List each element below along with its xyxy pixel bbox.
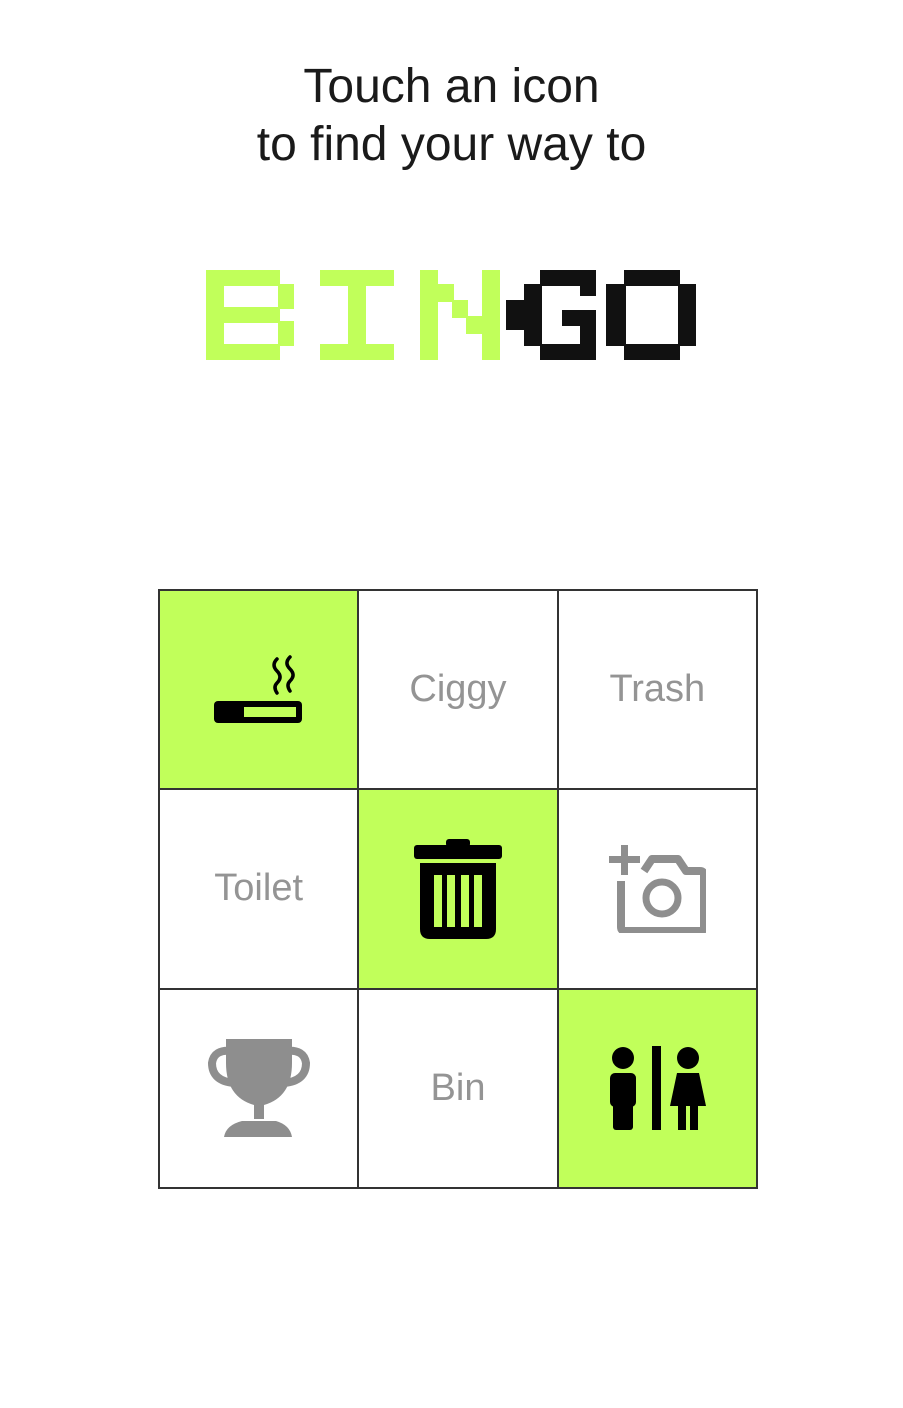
cell-label-toilet: Toilet <box>214 867 304 910</box>
cell-label-ciggy: Ciggy <box>409 668 507 711</box>
bingo-logo <box>206 270 696 360</box>
logo-letter-b <box>206 270 294 360</box>
trophy-icon <box>207 1039 310 1138</box>
grid-cell-ciggy[interactable]: Ciggy <box>359 591 557 789</box>
intro-text: Touch an icon to find your way to <box>0 58 903 174</box>
grid-cell-trophy[interactable] <box>160 989 358 1187</box>
cell-label-trash: Trash <box>609 668 706 711</box>
grid-cell-bin[interactable]: Bin <box>359 989 557 1187</box>
trash-can-icon <box>413 838 502 939</box>
grid-cell-restroom[interactable] <box>558 989 756 1187</box>
grid-cell-camera[interactable] <box>558 790 756 988</box>
logo-letter-n <box>420 270 500 360</box>
cell-label-bin: Bin <box>430 1066 486 1109</box>
add-photo-icon <box>609 844 707 933</box>
bingo-grid: Ciggy Trash Toilet Bin <box>158 589 758 1189</box>
logo-letter-i <box>320 270 394 360</box>
intro-line-2: to find your way to <box>256 118 647 171</box>
smoking-area-icon <box>213 654 302 723</box>
logo-letter-g <box>506 270 596 360</box>
intro-line-1: Touch an icon <box>303 60 600 113</box>
grid-cell-smoking[interactable] <box>160 591 358 789</box>
grid-cell-trash[interactable]: Trash <box>558 591 756 789</box>
logo-letter-o <box>606 270 696 360</box>
restroom-icon <box>610 1046 707 1131</box>
grid-cell-toilet[interactable]: Toilet <box>160 790 358 988</box>
grid-cell-trash-can[interactable] <box>359 790 557 988</box>
